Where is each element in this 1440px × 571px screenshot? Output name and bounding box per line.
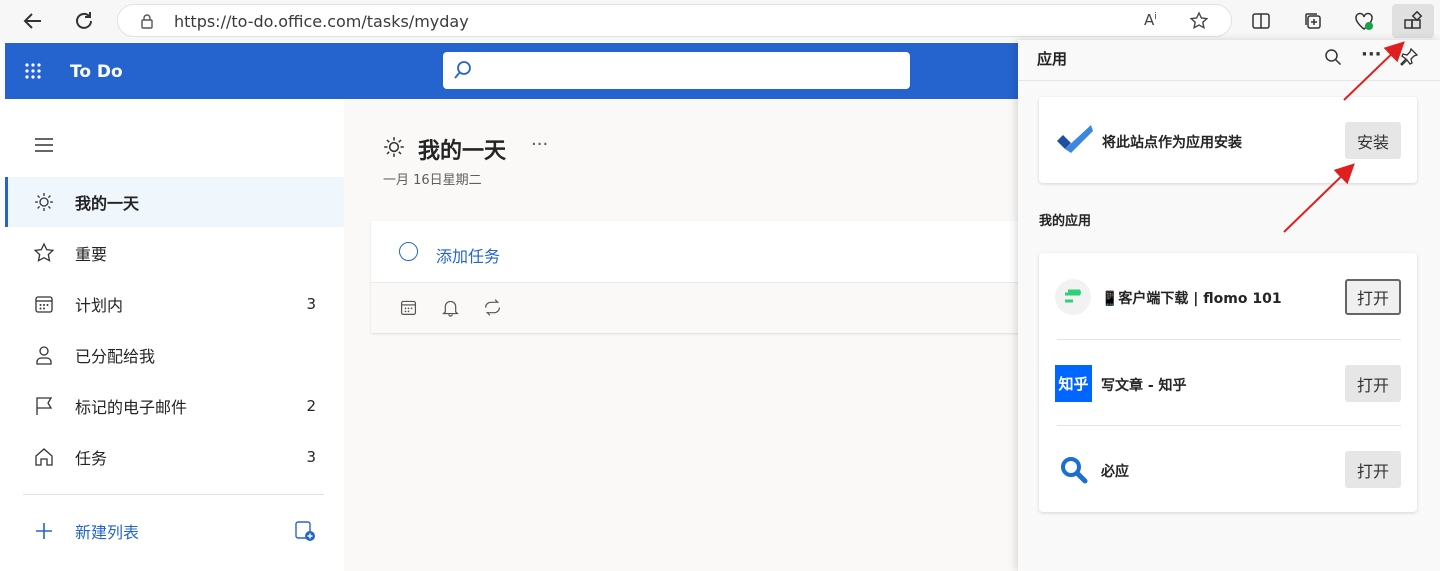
divider [1057, 425, 1401, 426]
bell-icon[interactable] [441, 298, 460, 317]
sidebar-item-count: 2 [306, 397, 316, 415]
app-name: 必应 [1101, 464, 1129, 480]
sidebar-item-count: 3 [306, 295, 316, 313]
back-arrow-icon[interactable] [18, 6, 48, 36]
due-date-icon[interactable] [399, 298, 418, 317]
more-options-icon[interactable]: ··· [531, 134, 548, 155]
open-bing-button[interactable]: 打开 [1345, 451, 1401, 488]
app-title[interactable]: To Do [70, 62, 123, 82]
plus-icon [36, 523, 52, 539]
read-aloud-icon[interactable]: Aⅰ [1144, 11, 1157, 29]
search-input[interactable] [443, 52, 910, 89]
page-title: 我的一天 [418, 139, 507, 164]
date-subtitle: 一月 16日星期二 [383, 173, 482, 188]
sidebar-item-my-day[interactable]: 我的一天 [5, 177, 344, 227]
my-apps-heading: 我的应用 [1039, 214, 1092, 229]
bing-search-icon [1061, 457, 1088, 484]
hamburger-menu-icon[interactable] [34, 137, 54, 157]
divider [23, 494, 324, 495]
install-button[interactable]: 安装 [1345, 122, 1401, 159]
panel-title: 应用 [1037, 50, 1068, 68]
divider [1057, 339, 1401, 340]
sidebar-item-label: 重要 [75, 245, 108, 264]
favorite-star-icon[interactable] [1189, 11, 1209, 31]
browser-essentials-icon[interactable] [1349, 6, 1379, 36]
pin-icon[interactable] [1399, 47, 1419, 67]
search-icon [454, 61, 471, 79]
task-toolbar [371, 282, 1018, 333]
sidebar-item-important[interactable]: 重要 [5, 228, 344, 278]
apps-icon[interactable] [1392, 4, 1434, 38]
app-name: 📱客户端下载 | flomo 101 [1101, 291, 1282, 307]
flomo-icon [1055, 279, 1091, 315]
sidebar-item-count: 3 [306, 448, 316, 466]
sidebar-item-label: 任务 [75, 449, 108, 468]
home-icon [35, 448, 53, 466]
sidebar-item-label: 我的一天 [75, 194, 140, 213]
add-task-input[interactable]: 添加任务 [436, 243, 500, 267]
split-screen-icon[interactable] [1246, 6, 1276, 36]
open-flomo-button[interactable]: 打开 [1345, 279, 1401, 315]
browser-toolbar: https://to-do.office.com/tasks/myday Aⅰ [0, 0, 1440, 42]
divider [1018, 80, 1440, 81]
lock-icon [141, 14, 153, 29]
repeat-icon[interactable] [482, 298, 503, 317]
sidebar-item-flagged-email[interactable]: 标记的电子邮件 2 [5, 381, 344, 431]
sun-icon [35, 193, 53, 211]
sidebar-item-assigned[interactable]: 已分配给我 [5, 330, 344, 380]
sun-icon [384, 137, 404, 157]
new-list-label: 新建列表 [75, 523, 140, 542]
sidebar-item-tasks[interactable]: 任务 3 [5, 432, 344, 482]
star-icon [33, 242, 55, 262]
open-zhihu-button[interactable]: 打开 [1345, 365, 1401, 402]
sidebar-item-planned[interactable]: 计划内 3 [5, 279, 344, 329]
search-icon[interactable] [1324, 48, 1342, 66]
app-launcher-icon[interactable] [24, 62, 42, 84]
new-group-icon[interactable] [294, 520, 316, 542]
flag-icon [36, 397, 53, 415]
selected-indicator [5, 177, 8, 227]
calendar-icon [35, 296, 53, 313]
person-icon [36, 346, 52, 365]
collections-icon[interactable] [1298, 6, 1328, 36]
url-text: https://to-do.office.com/tasks/myday [174, 12, 469, 31]
circle-icon [399, 242, 418, 261]
install-text: 将此站点作为应用安装 [1102, 135, 1242, 151]
new-list-button[interactable]: 新建列表 [5, 506, 344, 556]
refresh-icon[interactable] [69, 6, 99, 36]
address-bar[interactable]: https://to-do.office.com/tasks/myday Aⅰ [117, 4, 1232, 37]
zhihu-icon: 知乎 [1055, 365, 1092, 402]
todo-logo-icon [1057, 125, 1093, 153]
sidebar-item-label: 标记的电子邮件 [75, 398, 188, 417]
sidebar-item-label: 计划内 [75, 296, 124, 315]
sidebar-item-label: 已分配给我 [75, 347, 156, 366]
app-name: 写文章 - 知乎 [1101, 378, 1187, 394]
more-options-icon[interactable]: ··· [1361, 44, 1382, 65]
